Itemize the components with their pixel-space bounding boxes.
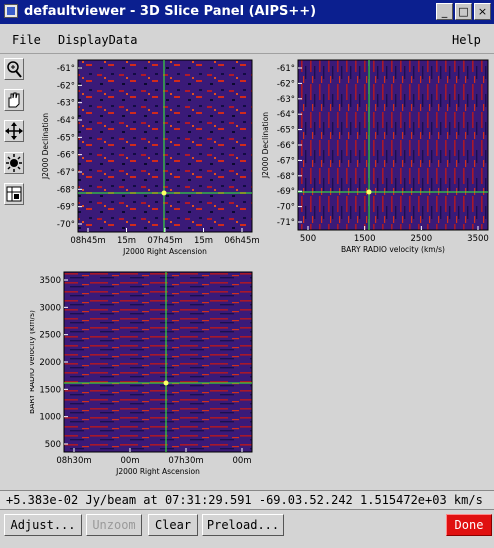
menu-display-data[interactable]: DisplayData [58, 33, 137, 47]
y-tick-label: -62° [57, 81, 75, 91]
x-tick-label: 500 [300, 234, 316, 244]
x-tick-label: 00m [232, 456, 251, 466]
vel-dec-panel[interactable]: -61° -62° -63° -64° -65° -66° -67° -68° -69° -70°… [261, 59, 489, 254]
y-tick-label: -66° [277, 141, 295, 151]
y-tick-label: -62° [277, 79, 295, 89]
title-bar: defaultviewer - 3D Slice Panel (AIPS++) … [0, 0, 494, 24]
y-tick-label: -71° [277, 218, 295, 228]
x-axis-label: J2000 Right Ascension [122, 247, 207, 256]
x-tick-label: 00m [120, 456, 139, 466]
x-tick-label: 07h45m [147, 236, 182, 246]
y-tick-label: -66° [57, 151, 75, 161]
pan-hand-icon[interactable] [4, 89, 24, 111]
y-tick-label: -64° [57, 116, 75, 126]
minimize-icon[interactable]: _ [436, 3, 453, 20]
y-tick-label: 2000 [39, 358, 61, 368]
ra-dec-panel[interactable]: -61° -62° -63° -64° -65° -66° -67° -68° -69° -70°… [41, 59, 260, 256]
colormap-icon[interactable] [4, 152, 24, 174]
y-tick-label: -70° [277, 203, 295, 213]
y-tick-label: -63° [57, 99, 75, 109]
clear-button[interactable]: Clear [148, 514, 198, 536]
x-tick-label: 3500 [467, 234, 489, 244]
y-tick-label: -67° [277, 156, 295, 166]
y-tick-label: -61° [57, 64, 75, 74]
x-tick-label: 1500 [354, 234, 376, 244]
y-tick-label: -65° [57, 133, 75, 143]
x-tick-label: 06h45m [224, 236, 259, 246]
unzoom-button[interactable]: Unzoom [86, 514, 142, 536]
y-tick-label: -70° [57, 220, 75, 230]
x-axis-label: J2000 Right Ascension [115, 467, 200, 476]
x-tick-label: 08h30m [56, 456, 91, 466]
window-title: defaultviewer - 3D Slice Panel (AIPS++) [24, 4, 317, 19]
y-axis-label: BARY RADIO velocity (km/s) [30, 310, 36, 414]
y-axis-label: J2000 Declination [41, 113, 50, 180]
y-tick-label: -61° [277, 64, 295, 74]
y-tick-label: 3500 [39, 276, 61, 286]
profile-icon[interactable] [4, 183, 24, 205]
menu-bar: File DisplayData Help [0, 24, 494, 54]
x-tick-label: 08h45m [70, 236, 105, 246]
image-plane [298, 60, 488, 230]
y-tick-label: -68° [57, 185, 75, 195]
position-readout: +5.383e-02 Jy/beam at 07:31:29.591 -69.0… [0, 490, 494, 510]
y-tick-label: -69° [277, 187, 295, 197]
adjust-button[interactable]: Adjust... [4, 514, 82, 536]
ra-vel-panel[interactable]: 3500 3000 2500 2000 1500 1000 500 08h30m 00m 07h3… [27, 271, 253, 476]
y-tick-label: -68° [277, 172, 295, 182]
y-tick-label: 2500 [39, 331, 61, 341]
x-tick-label: 15m [117, 236, 136, 246]
preload-button[interactable]: Preload... [202, 514, 284, 536]
y-tick-label: -64° [277, 110, 295, 120]
menu-help[interactable]: Help [452, 33, 481, 47]
zoom-icon[interactable] [4, 58, 24, 80]
maximize-icon[interactable]: □ [455, 3, 472, 20]
y-axis-label: J2000 Declination [261, 112, 270, 179]
window-menu-icon[interactable] [4, 4, 18, 18]
display-canvas[interactable]: -61° -62° -63° -64° -65° -66° -67° -68° -69° -70°… [27, 56, 492, 488]
move-crosshair-icon[interactable] [4, 120, 24, 142]
x-tick-label: 2500 [411, 234, 433, 244]
y-tick-label: -67° [57, 168, 75, 178]
image-plane [64, 272, 252, 452]
image-plane [78, 60, 252, 232]
y-tick-label: 1000 [39, 413, 61, 423]
bright-source [161, 190, 167, 196]
done-button[interactable]: Done [446, 514, 492, 536]
y-tick-label: 3000 [39, 303, 61, 313]
slice-panels[interactable]: -61° -62° -63° -64° -65° -66° -67° -68° -69° -70°… [27, 56, 492, 488]
x-axis-label: BARY RADIO velocity (km/s) [341, 245, 445, 254]
x-tick-label: 15m [194, 236, 213, 246]
x-tick-label: 07h30m [168, 456, 203, 466]
y-tick-label: -63° [277, 95, 295, 105]
menu-file[interactable]: File [12, 33, 41, 47]
close-icon[interactable]: × [474, 3, 491, 20]
y-tick-label: 1500 [39, 385, 61, 395]
y-tick-label: -69° [57, 203, 75, 213]
bright-source [163, 380, 169, 386]
bright-source [366, 189, 372, 195]
y-tick-label: -65° [277, 126, 295, 136]
y-tick-label: 500 [45, 440, 61, 450]
